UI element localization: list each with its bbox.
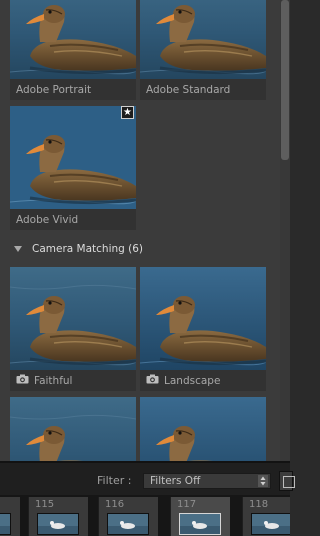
frame-thumbnail bbox=[107, 513, 149, 535]
filter-label: Filter : bbox=[97, 474, 132, 487]
profile-tile-adobe-vivid[interactable]: Adobe Vivid bbox=[10, 106, 136, 230]
filter-dropdown[interactable]: Filters Off bbox=[143, 473, 271, 489]
profile-label: Adobe Standard bbox=[140, 79, 266, 100]
profile-tile-adobe-portrait[interactable]: Adobe Portrait bbox=[10, 0, 136, 100]
frame-thumbnail bbox=[179, 513, 221, 535]
profile-tile-faithful[interactable]: Faithful bbox=[10, 267, 136, 391]
duck-thumbnail bbox=[140, 0, 266, 79]
favorite-star-icon[interactable]: ★ bbox=[121, 106, 134, 119]
profile-label: Adobe Vivid bbox=[10, 209, 136, 230]
duck-thumbnail bbox=[140, 397, 266, 461]
frame-number: 117 bbox=[177, 499, 197, 510]
duck-thumbnail bbox=[10, 0, 136, 79]
filter-value: Filters Off bbox=[150, 475, 201, 487]
duck-thumbnail bbox=[10, 267, 136, 370]
camera-icon bbox=[146, 374, 159, 387]
dropdown-stepper-icon bbox=[258, 475, 268, 487]
filmstrip-frame[interactable]: 115 bbox=[28, 497, 88, 536]
frame-number: 115 bbox=[35, 499, 55, 510]
duck-thumbnail bbox=[10, 397, 136, 461]
filmstrip-frame[interactable]: 117 bbox=[170, 497, 230, 536]
duck-thumbnail bbox=[140, 267, 266, 370]
profile-tile-adobe-standard[interactable]: Adobe Standard bbox=[140, 0, 266, 100]
frame-thumbnail bbox=[0, 513, 11, 535]
frame-thumbnail bbox=[251, 513, 290, 535]
filmstrip-frame[interactable]: 116 bbox=[98, 497, 158, 536]
profile-tile-partial-left[interactable] bbox=[10, 397, 136, 461]
profile-tile-landscape[interactable]: Landscape bbox=[140, 267, 266, 391]
filter-switch-button[interactable] bbox=[279, 471, 295, 491]
profile-tile-partial-right[interactable] bbox=[140, 397, 266, 461]
profile-label: Landscape bbox=[140, 370, 266, 391]
vertical-scrollbar[interactable] bbox=[280, 0, 290, 461]
frame-number: 116 bbox=[105, 499, 125, 510]
profile-browser: Adobe Portrait Adobe Standard Adobe Vivi… bbox=[0, 0, 290, 461]
filmstrip-frame[interactable]: 118 bbox=[242, 497, 290, 536]
duck-thumbnail bbox=[10, 106, 136, 209]
filmstrip-frame[interactable] bbox=[0, 497, 20, 536]
triangle-down-icon bbox=[14, 246, 22, 252]
frame-number: 118 bbox=[249, 499, 269, 510]
camera-icon bbox=[16, 374, 29, 387]
filmstrip-filter-bar: Filter : Filters Off bbox=[0, 461, 295, 495]
profile-label: Adobe Portrait bbox=[10, 79, 136, 100]
filmstrip: 115 116 117 118 bbox=[0, 495, 290, 536]
group-header-camera-matching[interactable]: Camera Matching (6) bbox=[10, 240, 143, 258]
frame-thumbnail bbox=[37, 513, 79, 535]
profile-label: Faithful bbox=[10, 370, 136, 391]
scrollbar-thumb[interactable] bbox=[281, 0, 289, 160]
group-title: Camera Matching (6) bbox=[32, 243, 144, 255]
